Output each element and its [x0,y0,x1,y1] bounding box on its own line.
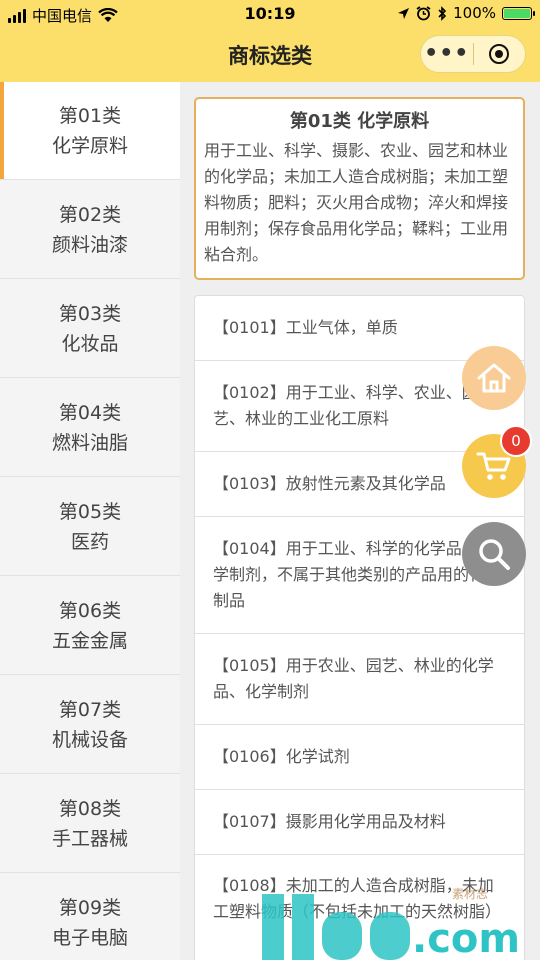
sidebar-item-03[interactable]: 第03类 化妆品 [0,280,180,378]
main-content: 第01类 化学原料 用于工业、科学、摄影、农业、园艺和林业的化学品；未加工人造合… [180,82,540,960]
sidebar-item-label: 颜料油漆 [51,233,128,256]
sidebar-item-label: 化妆品 [61,332,119,355]
category-title: 第01类 化学原料 [289,111,430,132]
home-icon [477,363,511,393]
sidebar-item-number: 第01类 [58,104,122,127]
subgroup-label: 【0107】摄影用化学用品及材料 [213,812,446,831]
category-summary-card: 第01类 化学原料 用于工业、科学、摄影、农业、园艺和林业的化学品；未加工人造合… [194,97,525,280]
sidebar-item-number: 第06类 [58,599,122,622]
sidebar-item-label: 医药 [70,530,109,553]
close-button[interactable] [473,44,525,64]
cart-count-badge: 0 [500,425,532,457]
subgroup-item-0108[interactable]: 【0108】未加工的人造合成树脂，未加工塑料物质（不包括未加工的天然树脂） [195,855,524,960]
bluetooth-icon [438,5,447,21]
target-close-icon [489,44,510,64]
subgroup-label: 【0108】未加工的人造合成树脂，未加工塑料物质（不包括未加工的天然树脂） [213,876,502,921]
sidebar-item-label: 机械设备 [51,728,128,751]
sidebar-item-number: 第07类 [58,698,122,721]
category-description: 用于工业、科学、摄影、农业、园艺和林业的化学品；未加工人造合成树脂；未加工塑料物… [204,141,509,264]
subgroup-item-0106[interactable]: 【0106】化学试剂 [195,725,524,790]
sidebar-item-label: 五金金属 [51,629,128,652]
sidebar-item-label: 手工器械 [51,827,128,850]
sidebar-item-number: 第02类 [58,203,122,226]
sidebar-item-04[interactable]: 第04类 燃料油脂 [0,379,180,477]
search-button[interactable] [462,522,526,586]
sidebar-item-07[interactable]: 第07类 机械设备 [0,676,180,774]
sidebar-item-label: 化学原料 [51,134,128,157]
sidebar-item-02[interactable]: 第02类 颜料油漆 [0,181,180,279]
category-sidebar: 第01类 化学原料 第02类 颜料油漆 第03类 化妆品 第04类 燃料油脂 第… [0,82,180,960]
home-button[interactable] [462,346,526,410]
subgroup-label: 【0106】化学试剂 [213,747,350,766]
status-right: 100% [397,4,535,22]
sidebar-item-number: 第03类 [58,302,122,325]
nav-bar: 商标选类 ••• [0,28,540,82]
subgroup-item-0107[interactable]: 【0107】摄影用化学用品及材料 [195,790,524,855]
sidebar-item-number: 第05类 [58,500,122,523]
sidebar-item-label: 燃料油脂 [51,431,128,454]
battery-icon [502,6,535,20]
sidebar-item-05[interactable]: 第05类 医药 [0,478,180,576]
sidebar-item-08[interactable]: 第08类 手工器械 [0,775,180,873]
search-icon [479,539,510,570]
subgroup-item-0105[interactable]: 【0105】用于农业、园艺、林业的化学品、化学制剂 [195,634,524,725]
more-dots-icon[interactable]: ••• [421,43,473,65]
sidebar-item-01[interactable]: 第01类 化学原料 [0,82,180,180]
sidebar-item-09[interactable]: 第09类 电子电脑 [0,874,180,960]
sidebar-item-label: 电子电脑 [51,927,128,949]
subgroup-label: 【0102】用于工业、科学、农业、园艺、林业的工业化工原料 [213,383,478,428]
sidebar-item-number: 第04类 [58,401,122,424]
mini-program-capsule: ••• [420,35,526,73]
subgroup-label: 【0101】工业气体，单质 [213,318,398,337]
status-bar: 中国电信 10:19 100% [0,0,540,28]
location-icon [398,7,410,19]
sidebar-item-06[interactable]: 第06类 五金金属 [0,577,180,675]
alarm-icon [416,5,431,20]
sidebar-item-number: 第09类 [58,897,122,919]
sidebar-item-number: 第08类 [58,797,122,820]
cart-icon [476,452,511,480]
subgroup-label: 【0105】用于农业、园艺、林业的化学品、化学制剂 [213,656,494,701]
battery-percent: 100% [453,4,496,22]
subgroup-label: 【0103】放射性元素及其化学品 [213,474,446,493]
